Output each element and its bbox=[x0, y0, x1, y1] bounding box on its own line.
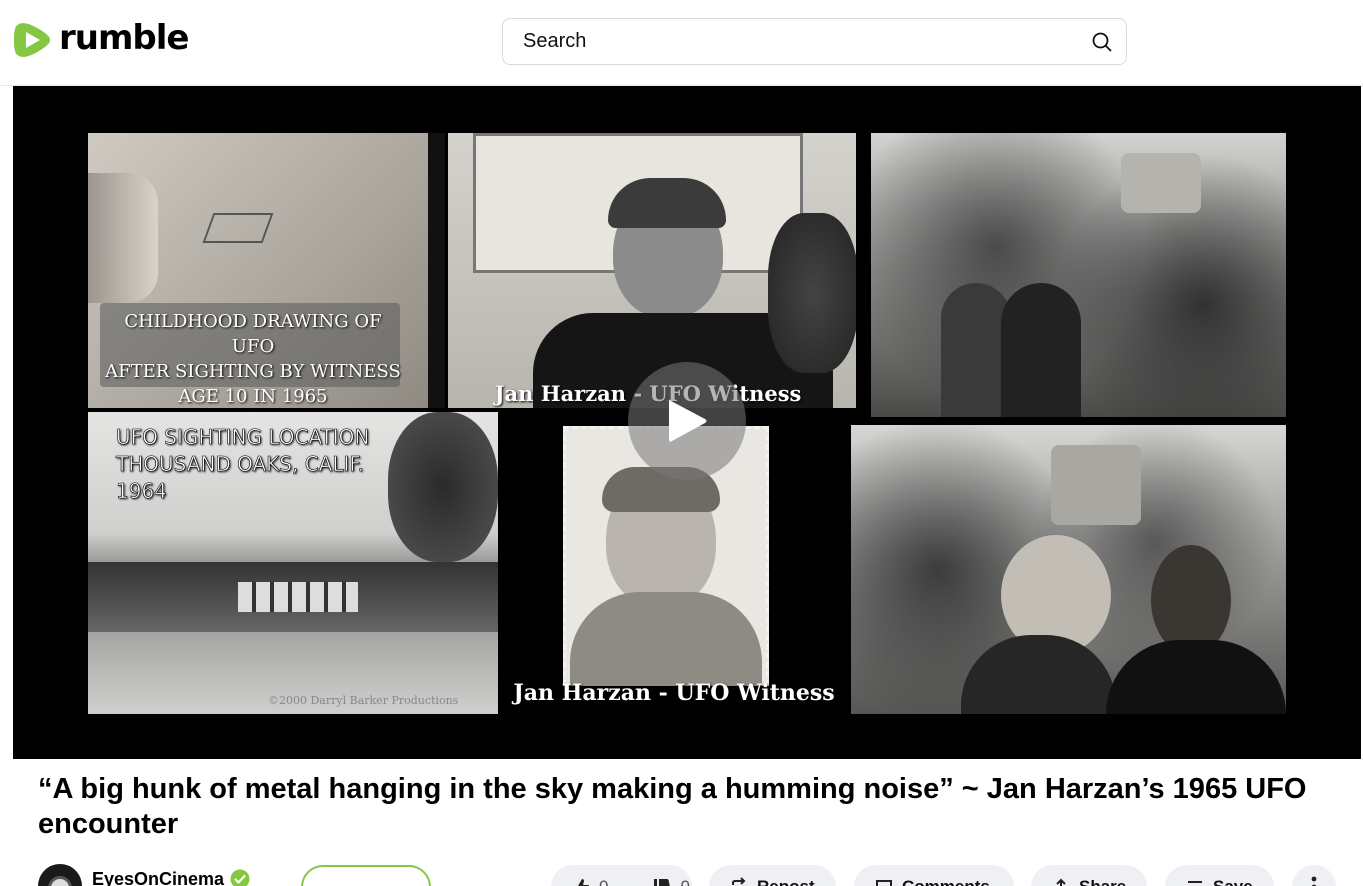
panel-backyard-top bbox=[871, 133, 1286, 417]
following-button[interactable]: Following bbox=[301, 865, 431, 886]
rumble-logo[interactable]: rumble bbox=[13, 18, 189, 60]
thumbs-down-icon bbox=[654, 879, 671, 886]
caption-drawing-line-2: AFTER SIGHTING BY WITNESS bbox=[105, 361, 401, 382]
caption-drawing-line-3: AGE 10 IN 1965 bbox=[178, 386, 328, 407]
like-button[interactable]: 0 bbox=[551, 865, 622, 886]
repost-icon bbox=[732, 877, 746, 885]
play-button[interactable] bbox=[628, 362, 746, 480]
search-icon[interactable] bbox=[1090, 30, 1114, 54]
repost-button[interactable]: Repost bbox=[709, 865, 836, 886]
avatar[interactable] bbox=[38, 864, 82, 886]
caption-location-line-3: 1964 bbox=[116, 479, 168, 504]
save-button[interactable]: Save bbox=[1165, 865, 1274, 886]
comments-label: Comments bbox=[902, 877, 990, 886]
caption-location-line-1: UFO SIGHTING LOCATION bbox=[116, 425, 370, 450]
logo-text: rumble bbox=[59, 18, 189, 58]
panel-backyard-bottom bbox=[851, 425, 1286, 714]
thumbs-up-icon bbox=[573, 879, 590, 886]
channel-name[interactable]: EyesOnCinema bbox=[92, 869, 224, 886]
comments-button[interactable]: Comments bbox=[854, 865, 1014, 886]
share-button[interactable]: Share bbox=[1031, 865, 1147, 886]
more-icon bbox=[1311, 876, 1317, 886]
video-player[interactable]: CHILDHOOD DRAWING OF UFO AFTER SIGHTING … bbox=[13, 86, 1361, 759]
like-count: 0 bbox=[599, 877, 608, 886]
dislike-button[interactable]: 0 bbox=[638, 865, 703, 886]
save-icon bbox=[1188, 881, 1202, 886]
top-header: rumble bbox=[0, 0, 1363, 86]
repost-label: Repost bbox=[757, 877, 815, 886]
channel-info[interactable]: EyesOnCinema bbox=[38, 864, 250, 886]
caption-witness-bottom: Jan Harzan - UFO Witness bbox=[513, 680, 835, 706]
comment-icon bbox=[876, 880, 892, 886]
vote-group: 0 0 bbox=[551, 865, 692, 886]
video-title: “A big hunk of metal hanging in the sky … bbox=[38, 773, 1307, 840]
panel-sighting-location: UFO SIGHTING LOCATION THOUSAND OAKS, CAL… bbox=[88, 412, 498, 714]
search-bar bbox=[502, 18, 1127, 65]
share-icon bbox=[1056, 878, 1066, 886]
save-label: Save bbox=[1213, 877, 1253, 886]
panel-witness-interview: Jan Harzan - UFO Witness bbox=[448, 133, 856, 408]
search-input[interactable] bbox=[503, 19, 1063, 64]
panel-childhood-drawing: CHILDHOOD DRAWING OF UFO AFTER SIGHTING … bbox=[88, 133, 445, 408]
play-icon bbox=[669, 400, 707, 442]
caption-drawing-line-1: CHILDHOOD DRAWING OF UFO bbox=[124, 311, 382, 357]
watermark: ©2000 Darryl Barker Productions bbox=[268, 694, 459, 707]
share-label: Share bbox=[1079, 877, 1126, 886]
caption-location-line-2: THOUSAND OAKS, CALIF. bbox=[116, 452, 365, 477]
verified-icon bbox=[230, 869, 250, 886]
dislike-count: 0 bbox=[680, 877, 689, 886]
rumble-logo-icon bbox=[14, 23, 50, 57]
more-options-button[interactable] bbox=[1292, 865, 1336, 886]
